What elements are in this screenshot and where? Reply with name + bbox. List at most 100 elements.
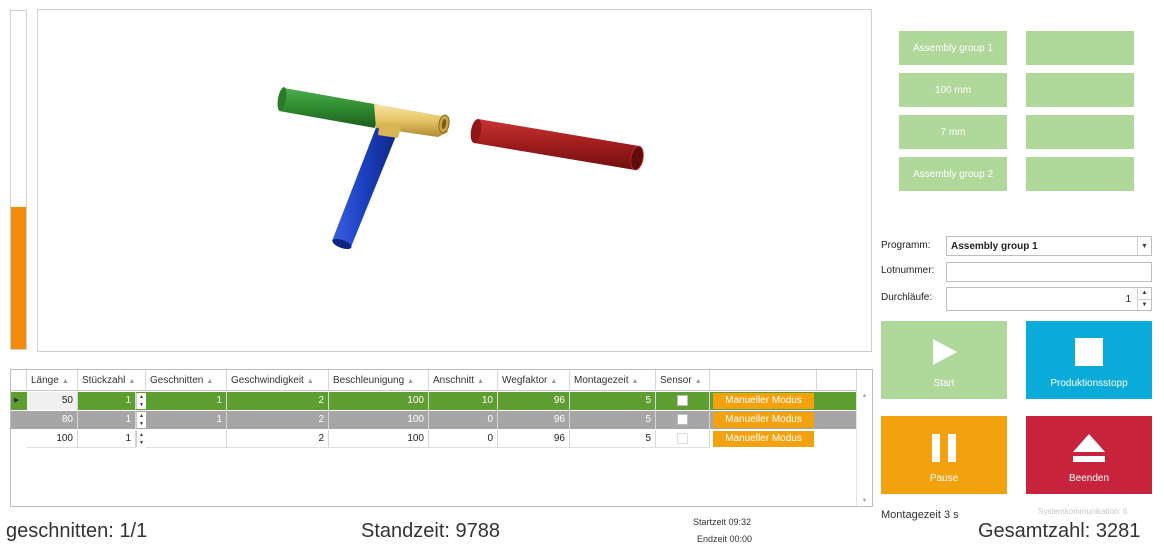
column-header[interactable]: Stückzahl ▲ — [78, 370, 146, 391]
assembly-tile-6[interactable] — [1026, 115, 1134, 149]
cell-laenge[interactable]: 80 — [27, 411, 78, 429]
lot-number-input[interactable] — [946, 262, 1152, 282]
cell-laenge[interactable]: 50 — [27, 392, 78, 410]
scroll-up-icon[interactable]: ▲ — [857, 393, 872, 399]
manual-mode-button[interactable]: Manueller Modus — [713, 431, 814, 447]
cell-geschwindigkeit[interactable]: 2 — [227, 392, 329, 410]
increment-icon[interactable]: ▲ — [1138, 288, 1151, 300]
production-table[interactable]: Länge ▲ Stückzahl ▲ Geschnitten ▲ Geschwind… — [10, 369, 873, 507]
sort-icon: ▲ — [306, 378, 314, 385]
manual-mode-button[interactable]: Manueller Modus — [713, 393, 814, 409]
column-header[interactable]: Montagezeit ▲ — [570, 370, 656, 391]
pause-button[interactable]: Pause — [881, 416, 1007, 494]
column-header[interactable]: Beschleunigung ▲ — [329, 370, 429, 391]
chevron-down-icon[interactable]: ▼ — [1137, 237, 1151, 255]
manual-mode-button[interactable]: Manueller Modus — [713, 412, 814, 428]
cell-montagezeit[interactable]: 5 — [570, 411, 656, 429]
decrement-icon[interactable]: ▼ — [1138, 300, 1151, 311]
blue-pipe — [332, 125, 398, 250]
runs-spinner[interactable]: ▲ ▼ — [1137, 288, 1151, 310]
column-header — [817, 370, 857, 391]
table-scrollbar[interactable]: ▲ ▼ — [856, 391, 872, 506]
assembly-tile-4[interactable] — [1026, 73, 1134, 107]
stueckzahl-stepper[interactable]: ▲ ▼ — [136, 393, 146, 409]
increment-icon[interactable]: ▲ — [137, 431, 146, 439]
table-row[interactable]: 80 1 ▲ ▼ 1 2 100 0 96 5 Manueller Modus — [11, 411, 857, 429]
cell-wegfaktor[interactable]: 96 — [498, 430, 570, 448]
column-header[interactable]: Sensor ▲ — [656, 370, 710, 391]
cell-wegfaktor[interactable]: 96 — [498, 411, 570, 429]
column-header[interactable]: Wegfaktor ▲ — [498, 370, 570, 391]
current-row-icon: ▶ — [14, 397, 20, 404]
runs-stepper[interactable]: 1 ▲ ▼ — [946, 287, 1152, 311]
column-header[interactable]: Länge ▲ — [27, 370, 78, 391]
production-stop-button[interactable]: Produktionsstopp — [1026, 321, 1152, 399]
assembly-tile-2[interactable] — [1026, 31, 1134, 65]
cell-stueckzahl[interactable]: 1 — [78, 411, 136, 429]
column-header[interactable]: Anschnitt ▲ — [429, 370, 498, 391]
cell-geschnitten[interactable]: 1 — [146, 392, 227, 410]
decrement-icon[interactable]: ▼ — [137, 401, 146, 409]
sensor-checkbox[interactable] — [677, 414, 688, 425]
runs-value: 1 — [1125, 293, 1131, 305]
programm-label: Programm: — [881, 240, 931, 251]
sensor-checkbox[interactable] — [677, 433, 688, 444]
cell-beschleunigung[interactable]: 100 — [329, 411, 429, 429]
red-pipe — [470, 119, 644, 171]
assembly-tile-3[interactable]: 100 mm — [899, 73, 1007, 107]
column-header-label: Montagezeit — [574, 375, 629, 386]
assembly-tile-8[interactable] — [1026, 157, 1134, 191]
scroll-down-icon[interactable]: ▼ — [857, 498, 872, 504]
tile-label: 7 mm — [940, 126, 966, 138]
column-header-label: Länge — [31, 375, 59, 386]
cell-montagezeit[interactable]: 5 — [570, 392, 656, 410]
column-header — [710, 370, 817, 391]
tee-fitting — [374, 104, 450, 138]
cell-laenge[interactable]: 100 — [27, 430, 78, 448]
decrement-icon[interactable]: ▼ — [137, 420, 146, 428]
tile-label: 100 mm — [934, 84, 972, 96]
assembly-tile-7[interactable]: Assembly group 2 — [899, 157, 1007, 191]
pause-button-label: Pause — [929, 473, 959, 484]
cell-geschnitten[interactable] — [146, 430, 227, 448]
pause-icon — [881, 432, 1007, 464]
cell-geschwindigkeit[interactable]: 2 — [227, 430, 329, 448]
row-indicator-header — [11, 370, 27, 391]
table-row[interactable]: 100 1 ▲ ▼ 2 100 0 96 5 Manueller Modus — [11, 430, 857, 448]
quit-button[interactable]: Beenden — [1026, 416, 1152, 494]
sort-icon: ▲ — [407, 378, 415, 385]
column-header[interactable]: Geschwindigkeit ▲ — [227, 370, 329, 391]
table-row[interactable]: ▶ 50 1 ▲ ▼ 1 2 100 10 96 5 Manueller Modu… — [11, 392, 857, 410]
cell-beschleunigung[interactable]: 100 — [329, 392, 429, 410]
increment-icon[interactable]: ▲ — [137, 393, 146, 401]
increment-icon[interactable]: ▲ — [137, 412, 146, 420]
assembly-tile-1[interactable]: Assembly group 1 — [899, 31, 1007, 65]
cell-wegfaktor[interactable]: 96 — [498, 392, 570, 410]
cell-beschleunigung[interactable]: 100 — [329, 430, 429, 448]
programm-value: Assembly group 1 — [951, 240, 1038, 252]
cell-stueckzahl[interactable]: 1 — [78, 430, 136, 448]
system-communication: Systemkommunikation: 6 — [1038, 507, 1128, 516]
quit-button-label: Beenden — [1068, 473, 1110, 484]
cell-anschnitt[interactable]: 0 — [429, 411, 498, 429]
cell-montagezeit[interactable]: 5 — [570, 430, 656, 448]
cell-geschwindigkeit[interactable]: 2 — [227, 411, 329, 429]
stueckzahl-stepper[interactable]: ▲ ▼ — [136, 412, 146, 428]
sort-icon: ▲ — [477, 378, 485, 385]
column-header[interactable]: Geschnitten ▲ — [146, 370, 227, 391]
cell-anschnitt[interactable]: 0 — [429, 430, 498, 448]
3d-model-viewport[interactable] — [37, 9, 872, 352]
stueckzahl-stepper[interactable]: ▲ ▼ — [136, 431, 146, 447]
start-button[interactable]: Start — [881, 321, 1007, 399]
programm-select[interactable]: Assembly group 1 ▼ — [946, 236, 1152, 256]
cell-anschnitt[interactable]: 10 — [429, 392, 498, 410]
sort-icon: ▲ — [694, 378, 702, 385]
sort-icon: ▲ — [128, 378, 136, 385]
cell-geschnitten[interactable]: 1 — [146, 411, 227, 429]
decrement-icon[interactable]: ▼ — [137, 439, 146, 447]
assembly-tile-5[interactable]: 7 mm — [899, 115, 1007, 149]
production-progress-bar — [10, 10, 27, 350]
cell-stueckzahl[interactable]: 1 — [78, 392, 136, 410]
sensor-checkbox[interactable] — [677, 395, 688, 406]
cut-count: geschnitten: 1/1 — [6, 520, 148, 542]
